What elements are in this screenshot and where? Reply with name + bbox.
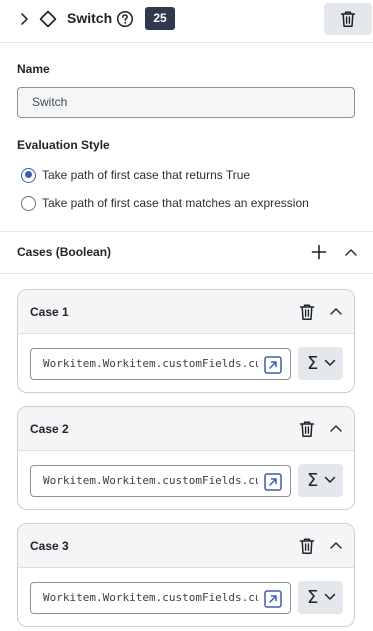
chevron-up-icon[interactable] <box>329 305 343 317</box>
expression-value: Workitem.Workitem.customFields.cu <box>43 474 258 487</box>
radio-option-matches-expression[interactable]: Take path of first case that matches an … <box>21 194 309 212</box>
function-menu-button[interactable]: Σ <box>298 464 343 497</box>
sigma-icon: Σ <box>307 353 319 374</box>
sigma-icon: Σ <box>307 587 319 608</box>
expression-field[interactable]: Workitem.Workitem.customFields.cu <box>30 582 291 614</box>
add-case-icon[interactable] <box>311 244 327 260</box>
case-header[interactable]: Case 3 <box>18 524 354 568</box>
case-title: Case 3 <box>30 539 69 553</box>
case-card: Case 3 Workitem.Workitem.customFields.cu… <box>17 523 355 627</box>
open-editor-icon[interactable] <box>264 473 282 491</box>
radio-option-label: Take path of first case that matches an … <box>42 196 309 210</box>
sigma-icon: Σ <box>307 470 319 491</box>
case-title: Case 2 <box>30 422 69 436</box>
diamond-icon <box>39 10 57 28</box>
chevron-down-icon <box>324 476 336 483</box>
help-circle-icon[interactable] <box>116 10 134 28</box>
case-card: Case 1 Workitem.Workitem.customFields.cu… <box>17 289 355 393</box>
trash-icon[interactable] <box>299 420 315 438</box>
evaluation-style-label: Evaluation Style <box>17 138 110 152</box>
switch-header: Switch 25 <box>0 0 373 43</box>
section-divider <box>0 273 373 274</box>
open-editor-icon[interactable] <box>264 590 282 608</box>
trash-icon[interactable] <box>299 303 315 321</box>
name-label: Name <box>17 62 50 76</box>
name-field[interactable]: Switch <box>17 87 355 118</box>
chevron-right-icon[interactable] <box>17 11 31 27</box>
expression-field[interactable]: Workitem.Workitem.customFields.cu <box>30 465 291 497</box>
chevron-up-icon[interactable] <box>329 422 343 434</box>
function-menu-button[interactable]: Σ <box>298 581 343 614</box>
node-id-badge: 25 <box>145 7 175 30</box>
section-divider <box>0 231 373 232</box>
radio-selected[interactable] <box>21 167 36 183</box>
open-editor-icon[interactable] <box>264 356 282 374</box>
cases-section-title: Cases (Boolean) <box>17 245 112 259</box>
case-card: Case 2 Workitem.Workitem.customFields.cu… <box>17 406 355 510</box>
chevron-up-icon[interactable] <box>344 246 358 258</box>
expression-field[interactable]: Workitem.Workitem.customFields.cu <box>30 348 291 380</box>
radio-option-label: Take path of first case that returns Tru… <box>42 168 251 182</box>
case-header[interactable]: Case 1 <box>18 290 354 334</box>
chevron-down-icon <box>324 359 336 366</box>
delete-node-button[interactable] <box>324 3 372 35</box>
case-header[interactable]: Case 2 <box>18 407 354 451</box>
function-menu-button[interactable]: Σ <box>298 347 343 380</box>
chevron-down-icon <box>324 593 336 600</box>
trash-icon[interactable] <box>299 537 315 555</box>
case-title: Case 1 <box>30 305 69 319</box>
expression-value: Workitem.Workitem.customFields.cu <box>43 591 258 604</box>
radio-option-returns-true[interactable]: Take path of first case that returns Tru… <box>21 166 250 184</box>
trash-icon <box>340 11 356 27</box>
radio-unselected[interactable] <box>21 195 36 211</box>
chevron-up-icon[interactable] <box>329 539 343 551</box>
expression-value: Workitem.Workitem.customFields.cu <box>43 357 258 370</box>
node-title: Switch <box>67 10 113 26</box>
